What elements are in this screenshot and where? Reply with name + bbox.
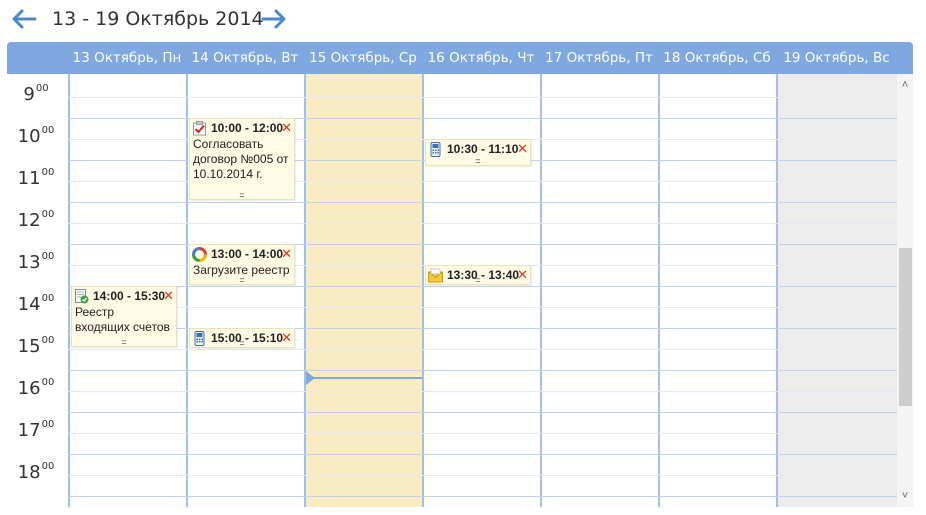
event-card[interactable]: 13:00 - 14:00 ✕ Загрузите реестр =	[189, 244, 295, 285]
close-icon[interactable]: ✕	[517, 142, 528, 156]
time-gutter: 900 1000 1100 1200 1300 1400 1500 1600 1…	[7, 74, 68, 507]
scroll-down-icon[interactable]: ˅	[897, 489, 913, 503]
hour-line	[68, 370, 897, 371]
prev-week-button[interactable]	[10, 7, 38, 31]
scroll-up-icon[interactable]: ˄	[897, 78, 913, 92]
close-icon[interactable]: ✕	[281, 247, 292, 261]
event-card[interactable]: 10:30 - 11:10 ✕ =	[425, 139, 531, 166]
refresh-circle-icon	[192, 247, 207, 262]
event-header: 10:00 - 12:00 ✕	[192, 120, 294, 136]
calendar-grid: 900 1000 1100 1200 1300 1400 1500 1600 1…	[7, 74, 897, 507]
close-icon[interactable]: ✕	[163, 289, 174, 303]
event-card[interactable]: 10:00 - 12:00 ✕ Согласовать договор №005…	[189, 118, 295, 200]
hour-label: 1100	[17, 167, 55, 189]
event-header: 10:30 - 11:10 ✕	[428, 141, 530, 157]
half-hour-line	[68, 97, 897, 98]
hour-label: 1300	[17, 251, 55, 273]
toolbar: 13 - 19 Октябрь 2014	[0, 0, 926, 40]
hour-label: 1000	[17, 125, 55, 147]
next-week-button[interactable]	[260, 7, 288, 31]
hour-label: 1800	[17, 461, 55, 483]
day-header-tue[interactable]: 14 Октябрь, Вт	[186, 42, 304, 74]
half-hour-line	[68, 475, 897, 476]
day-header-mon[interactable]: 13 Октябрь, Пн	[68, 42, 186, 74]
event-card[interactable]: 15:00 - 15:10 ✕ =	[189, 328, 295, 348]
resize-handle[interactable]: =	[426, 276, 530, 285]
half-hour-line	[68, 349, 897, 350]
arrow-left-icon	[12, 9, 37, 29]
half-hour-line	[68, 391, 897, 392]
hour-label: 1700	[17, 419, 55, 441]
hour-line	[68, 286, 897, 287]
day-header-sat[interactable]: 18 Октябрь, Сб	[658, 42, 776, 74]
resize-handle[interactable]: =	[190, 339, 294, 348]
resize-handle[interactable]: =	[190, 276, 294, 285]
hour-label: 1500	[17, 335, 55, 357]
document-check-icon	[75, 289, 89, 304]
day-header-fri[interactable]: 17 Октябрь, Пт	[540, 42, 658, 74]
event-header: 14:00 - 15:30 ✕	[74, 288, 176, 304]
hour-line	[68, 202, 897, 203]
scrollbar-thumb[interactable]	[899, 248, 912, 406]
current-time-line	[306, 377, 422, 379]
days-header: 13 Октябрь, Пн 14 Октябрь, Вт 15 Октябрь…	[7, 42, 913, 74]
hour-label: 1600	[17, 377, 55, 399]
hour-line	[68, 412, 897, 413]
week-range-title: 13 - 19 Октябрь 2014	[52, 8, 264, 30]
hour-label: 1400	[17, 293, 55, 315]
event-title: Согласовать договор №005 от 10.10.2014 г…	[193, 137, 289, 181]
day-header-wed[interactable]: 15 Октябрь, Ср	[304, 42, 422, 74]
resize-handle[interactable]: =	[190, 191, 294, 200]
event-time: 10:00 - 12:00	[211, 121, 284, 135]
hour-line	[68, 454, 897, 455]
hour-label: 1200	[17, 209, 55, 231]
resize-handle[interactable]: =	[72, 338, 176, 347]
half-hour-line	[68, 433, 897, 434]
hour-label: 900	[23, 83, 49, 105]
half-hour-line	[68, 223, 897, 224]
task-check-icon	[193, 121, 206, 136]
event-card[interactable]: 13:30 - 13:40 ✕ =	[425, 265, 531, 285]
event-title: Реестр входящих счетов	[75, 305, 170, 334]
day-header-sun[interactable]: 19 Октябрь, Вс	[776, 42, 897, 74]
arrow-right-icon	[261, 9, 286, 29]
event-card[interactable]: 14:00 - 15:30 ✕ Реестр входящих счетов =	[71, 286, 177, 347]
phone-icon	[430, 142, 441, 157]
vertical-scrollbar[interactable]: ˄ ˅	[897, 74, 913, 507]
event-header: 13:00 - 14:00 ✕	[192, 246, 294, 262]
half-hour-line	[68, 307, 897, 308]
close-icon[interactable]: ✕	[281, 121, 292, 135]
hour-line	[68, 496, 897, 497]
resize-handle[interactable]: =	[426, 157, 530, 166]
event-time: 13:00 - 14:00	[211, 247, 284, 261]
event-time: 14:00 - 15:30	[93, 289, 166, 303]
event-time: 10:30 - 11:10	[447, 142, 519, 156]
day-header-thu[interactable]: 16 Октябрь, Чт	[422, 42, 540, 74]
week-calendar: 13 Октябрь, Пн 14 Октябрь, Вт 15 Октябрь…	[7, 42, 913, 507]
